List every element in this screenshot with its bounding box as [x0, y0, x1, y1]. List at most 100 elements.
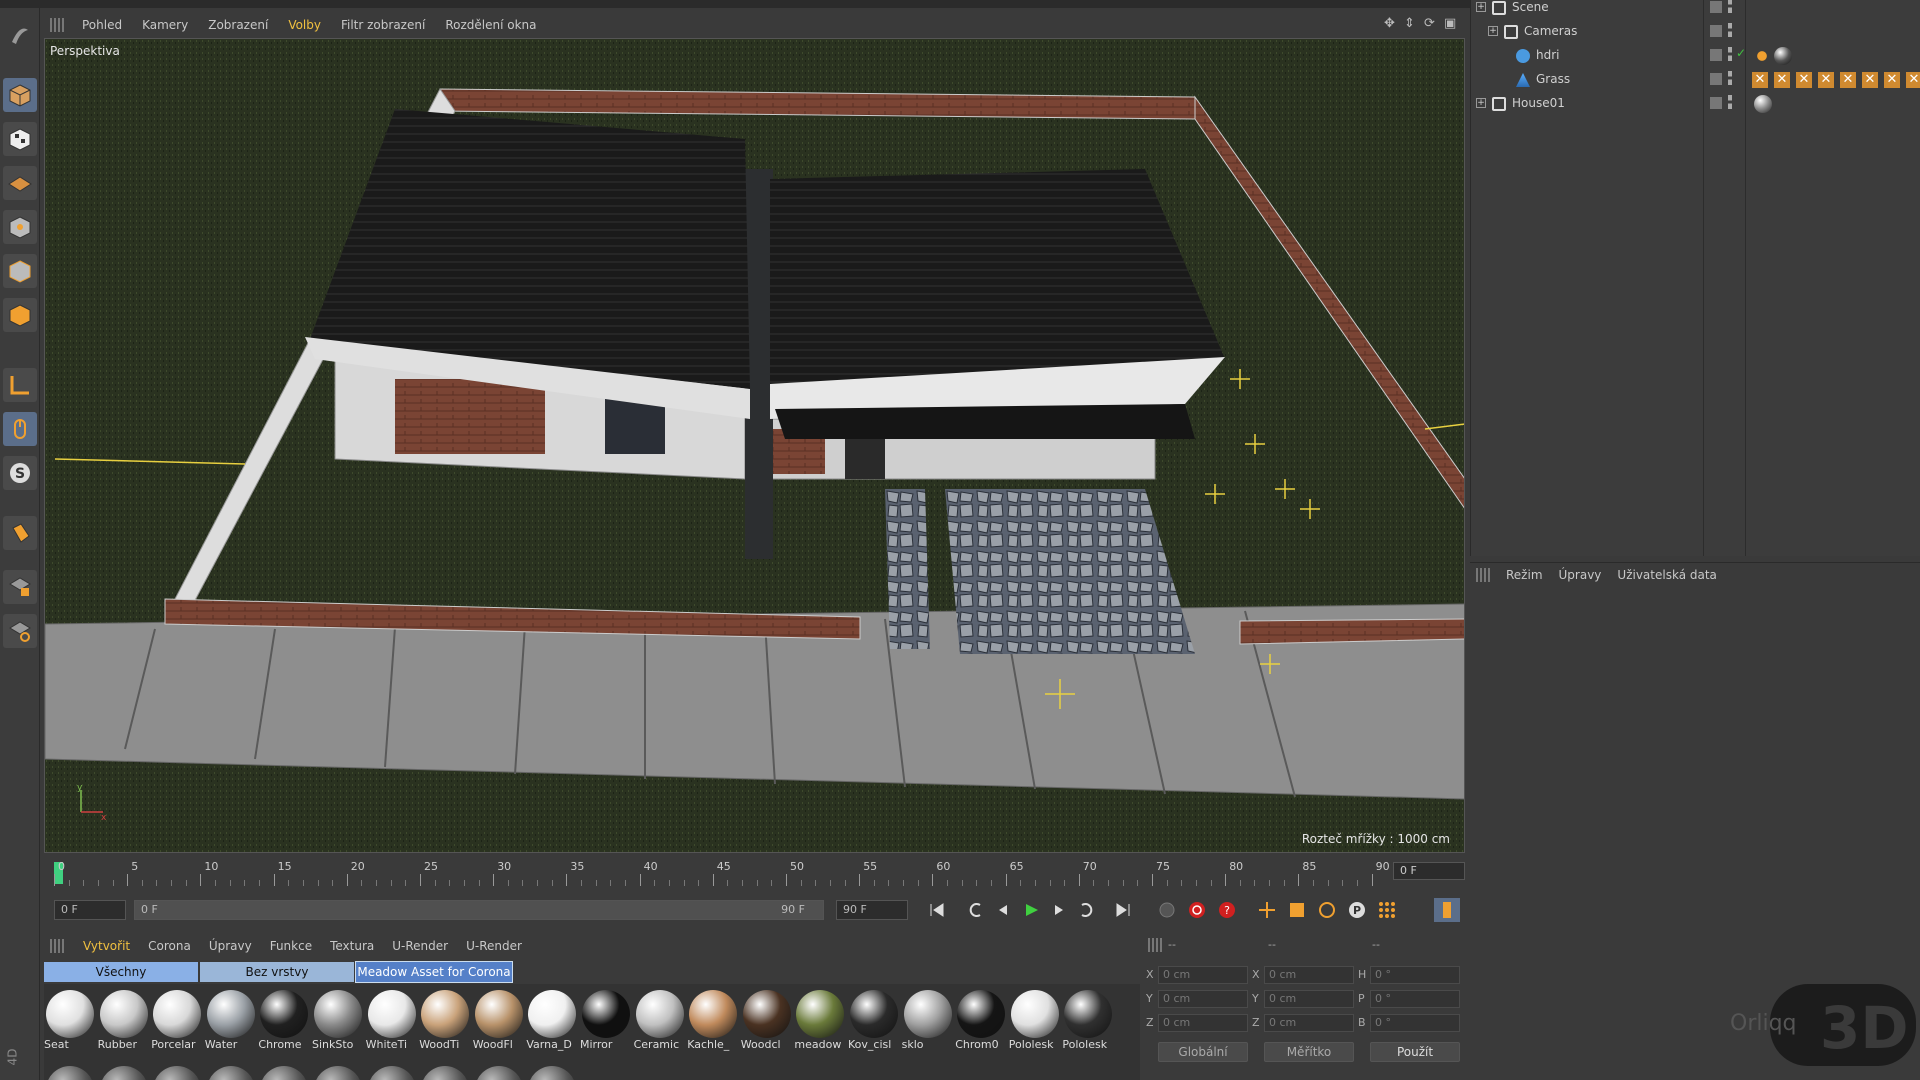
enabled-check-icon[interactable]: ✓ [1736, 46, 1746, 60]
material-swatch[interactable]: Kachle_ [687, 986, 739, 1058]
material-tag-icon[interactable] [1754, 95, 1772, 113]
tag-icon[interactable] [1754, 48, 1770, 64]
menu-pohled[interactable]: Pohled [72, 18, 132, 32]
material-swatch[interactable]: Ceramic [634, 986, 686, 1058]
size-y-field[interactable]: 0 cm [1264, 990, 1354, 1008]
zoom-view-icon[interactable]: ⇕ [1404, 17, 1418, 31]
grass-tag-icon[interactable]: ✕ [1906, 72, 1920, 88]
material-swatch[interactable] [44, 1062, 96, 1080]
object-row[interactable]: + Scene [1470, 0, 1920, 20]
scale-key-icon[interactable] [1284, 898, 1310, 922]
material-swatch[interactable]: WoodTi [419, 986, 471, 1058]
material-swatch[interactable]: Varna_D [526, 986, 578, 1058]
timeline-ruler[interactable]: 0 5 10 15 20 25 30 35 40 45 50 55 60 65 70 75 80 85 90 0 F [44, 858, 1465, 890]
object-row[interactable]: hdri ✓ [1470, 44, 1920, 68]
material-swatch[interactable]: Pololesk [1009, 986, 1061, 1058]
goto-end-icon[interactable] [1110, 898, 1136, 922]
material-swatch[interactable] [312, 1062, 364, 1080]
grip-icon[interactable] [50, 939, 64, 953]
position-x-field[interactable]: 0 cm [1158, 966, 1248, 984]
visibility-icon[interactable] [1728, 23, 1732, 37]
end-frame-field[interactable]: 90 F [836, 900, 908, 920]
layer-icon[interactable] [1710, 49, 1722, 61]
visibility-icon[interactable] [1728, 95, 1732, 109]
material-swatch[interactable] [98, 1062, 150, 1080]
menu-filtr-zobrazeni[interactable]: Filtr zobrazení [331, 18, 435, 32]
menu-rozdeleni-okna[interactable]: Rozdělení okna [435, 18, 546, 32]
menu-vytvorit[interactable]: Vytvořit [74, 939, 139, 953]
material-swatch[interactable]: Kov_cisl [848, 986, 900, 1058]
object-name[interactable]: Scene [1512, 0, 1549, 14]
grass-tag-icon[interactable]: ✕ [1840, 72, 1856, 88]
edges-mode-icon[interactable] [3, 254, 37, 288]
menu-corona[interactable]: Corona [139, 939, 200, 953]
param-key-icon[interactable]: P [1344, 898, 1370, 922]
next-key-icon[interactable] [1074, 898, 1100, 922]
material-swatch[interactable] [151, 1062, 203, 1080]
position-y-field[interactable]: 0 cm [1158, 990, 1248, 1008]
material-swatch[interactable] [473, 1062, 525, 1080]
expand-icon[interactable]: + [1476, 98, 1486, 108]
material-swatch[interactable]: meadow [794, 986, 846, 1058]
position-z-field[interactable]: 0 cm [1158, 1014, 1248, 1032]
expand-icon[interactable]: + [1476, 2, 1486, 12]
rotate-view-icon[interactable]: ⟳ [1424, 17, 1438, 31]
layer-icon[interactable] [1710, 97, 1722, 109]
rotate-key-icon[interactable] [1314, 898, 1340, 922]
object-name[interactable]: House01 [1512, 96, 1565, 110]
size-z-field[interactable]: 0 cm [1264, 1014, 1354, 1032]
grid-icon[interactable] [3, 614, 37, 648]
material-tag-icon[interactable] [1774, 47, 1792, 65]
autokey-icon[interactable]: ? [1214, 898, 1240, 922]
model-mode-icon[interactable] [3, 78, 37, 112]
grip-icon[interactable] [1476, 567, 1490, 582]
tweak-mode-icon[interactable] [3, 412, 37, 446]
material-swatch[interactable]: Chrome [258, 986, 310, 1058]
grass-tag-icon[interactable]: ✕ [1796, 72, 1812, 88]
expand-icon[interactable]: + [1488, 26, 1498, 36]
object-name[interactable]: Grass [1536, 72, 1570, 86]
menu-zobrazeni[interactable]: Zobrazení [198, 18, 278, 32]
size-mode-dropdown[interactable]: Měřítko [1264, 1042, 1354, 1062]
rotation-h-field[interactable]: 0 ° [1370, 966, 1460, 984]
grass-tag-icon[interactable]: ✕ [1862, 72, 1878, 88]
material-swatch[interactable]: SinkSto [312, 986, 364, 1058]
material-swatch[interactable]: WoodFl [473, 986, 525, 1058]
move-key-icon[interactable] [1254, 898, 1280, 922]
visibility-icon[interactable] [1728, 71, 1732, 85]
grip-icon[interactable] [50, 18, 64, 32]
viewport-perspective[interactable]: Perspektiva Rozteč mřížky : 1000 cm x y [44, 38, 1465, 853]
size-x-field[interactable]: 0 cm [1264, 966, 1354, 984]
move-view-icon[interactable]: ✥ [1384, 17, 1398, 31]
lock-grid-icon[interactable] [3, 570, 37, 604]
apply-button[interactable]: Použít [1370, 1042, 1460, 1062]
menu-uzivatelska-data[interactable]: Uživatelská data [1609, 568, 1724, 582]
grass-tag-icon[interactable]: ✕ [1884, 72, 1900, 88]
layer-icon[interactable] [1710, 73, 1722, 85]
material-swatch[interactable]: Water [205, 986, 257, 1058]
axis-mode-icon[interactable] [3, 368, 37, 402]
texture-mode-icon[interactable] [3, 122, 37, 156]
material-swatch[interactable]: WhiteTi [366, 986, 418, 1058]
maximize-view-icon[interactable]: ▣ [1444, 17, 1458, 31]
material-swatch[interactable] [526, 1062, 578, 1080]
menu-u-render-2[interactable]: U-Render [457, 939, 531, 953]
rotation-p-field[interactable]: 0 ° [1370, 990, 1460, 1008]
visibility-icon[interactable] [1728, 0, 1732, 13]
material-swatch[interactable] [419, 1062, 471, 1080]
next-frame-icon[interactable] [1046, 898, 1072, 922]
goto-start-icon[interactable] [924, 898, 950, 922]
object-row[interactable]: + House01 [1470, 92, 1920, 116]
play-icon[interactable] [1018, 898, 1044, 922]
visibility-icon[interactable] [1728, 47, 1732, 61]
menu-textura[interactable]: Textura [321, 939, 383, 953]
tab-bez-vrstvy[interactable]: Bez vrstvy [200, 962, 354, 982]
material-swatch[interactable]: Seat [44, 986, 96, 1058]
object-row[interactable]: Grass ✕ ✕ ✕ ✕ ✕ ✕ ✕ ✕ [1470, 68, 1920, 92]
material-swatch[interactable] [258, 1062, 310, 1080]
points-mode-icon[interactable] [3, 210, 37, 244]
grass-tag-icon[interactable]: ✕ [1774, 72, 1790, 88]
coord-system-dropdown[interactable]: Globální [1158, 1042, 1248, 1062]
material-swatch[interactable]: sklo [902, 986, 954, 1058]
material-swatch[interactable]: Pololesk [1062, 986, 1114, 1058]
